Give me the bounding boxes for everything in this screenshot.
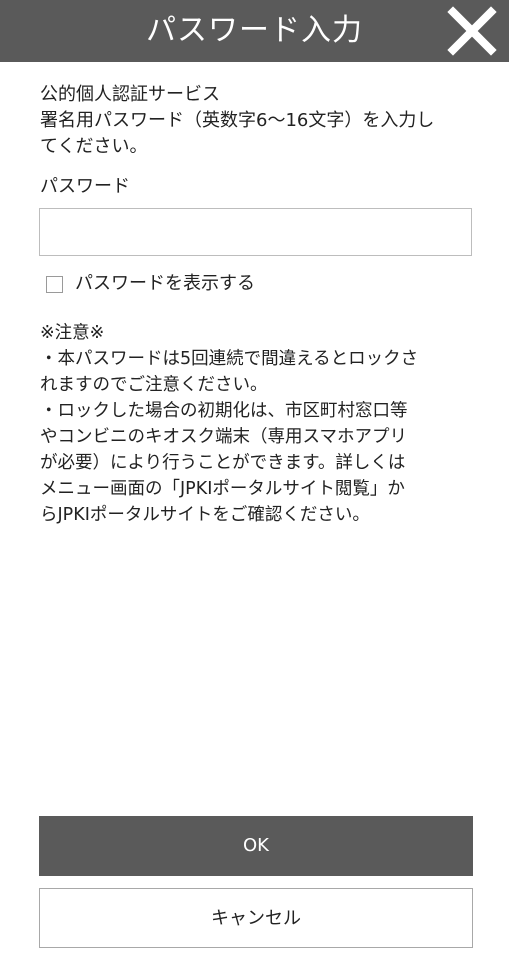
show-password-toggle[interactable]: パスワードを表示する — [46, 270, 255, 298]
dialog-title: パスワード入力 — [146, 13, 363, 48]
notice-line: らJPKIポータルサイトをご確認ください。 — [40, 505, 370, 525]
notice-line: が必要）により行うことができます。詳しくは — [40, 453, 406, 473]
cancel-button[interactable]: キャンセル — [39, 888, 473, 948]
instructions: 公的個人認証サービス 署名用パスワード（英数字6〜16文字）を入力し てください… — [40, 82, 480, 160]
show-password-checkbox[interactable] — [46, 275, 63, 293]
show-password-label: パスワードを表示する — [75, 273, 255, 294]
close-button[interactable] — [447, 6, 497, 56]
instruction-line: 署名用パスワード（英数字6〜16文字）を入力し — [40, 110, 435, 131]
notice-line: れますのでご注意ください。 — [40, 375, 268, 395]
close-icon — [447, 6, 497, 56]
notice-line: メニュー画面の「JPKIポータルサイト閲覧」か — [40, 479, 405, 499]
instruction-line: 公的個人認証サービス — [40, 84, 220, 105]
title-bar: パスワード入力 — [0, 0, 509, 62]
notice-line: やコンビニのキオスク端末（専用スマホアプリ — [40, 427, 407, 447]
ok-button[interactable]: OK — [39, 816, 473, 876]
instruction-line: てください。 — [40, 136, 148, 157]
notice-line: ・ロックした場合の初期化は、市区町村窓口等 — [40, 401, 408, 421]
password-label: パスワード — [40, 176, 130, 197]
notice-section: ※注意※ ・本パスワードは5回連続で間違えるとロックさ れますのでご注意ください… — [40, 320, 480, 528]
notice-line: ・本パスワードは5回連続で間違えるとロックさ — [40, 349, 419, 369]
password-input[interactable] — [39, 208, 472, 256]
notice-heading: ※注意※ — [40, 323, 105, 343]
